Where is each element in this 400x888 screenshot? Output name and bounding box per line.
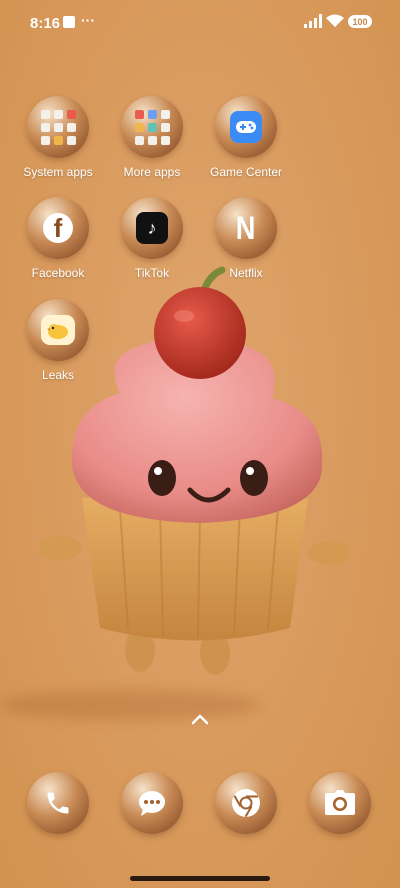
wallpaper-shadow	[0, 690, 260, 720]
dock-phone[interactable]	[27, 772, 91, 836]
facebook-icon: f	[43, 213, 73, 243]
dock-camera[interactable]	[309, 772, 373, 836]
dock-chrome[interactable]	[215, 772, 279, 836]
gamepad-icon	[230, 111, 262, 143]
phone-icon	[47, 792, 69, 814]
dock-messages[interactable]	[121, 772, 185, 836]
signal-icon	[304, 14, 322, 28]
status-bar: 8:16 ··· 100	[0, 0, 400, 44]
more-notifications-icon: ···	[81, 12, 95, 28]
battery-indicator: 100	[348, 15, 372, 28]
messages-icon	[139, 791, 165, 816]
cupcake-wallpaper-illustration	[40, 266, 350, 675]
notification-square-icon	[63, 16, 75, 28]
app-label: More apps	[123, 165, 181, 179]
netflix-icon: N	[236, 209, 256, 246]
chevron-up-icon[interactable]	[191, 713, 209, 725]
app-label: Game Center	[209, 165, 283, 179]
app-system-apps[interactable]: System apps	[11, 96, 105, 179]
app-label: System apps	[23, 165, 93, 179]
app-more-apps[interactable]: More apps	[105, 96, 199, 179]
wifi-icon	[326, 14, 344, 27]
app-game-center[interactable]: Game Center	[199, 96, 293, 179]
tiktok-icon: ♪	[136, 212, 168, 244]
home-indicator[interactable]	[130, 876, 270, 881]
chrome-icon	[232, 789, 260, 818]
folder-icon	[121, 96, 183, 158]
camera-icon	[325, 790, 355, 815]
folder-icon	[27, 96, 89, 158]
clock: 8:16	[30, 15, 61, 32]
